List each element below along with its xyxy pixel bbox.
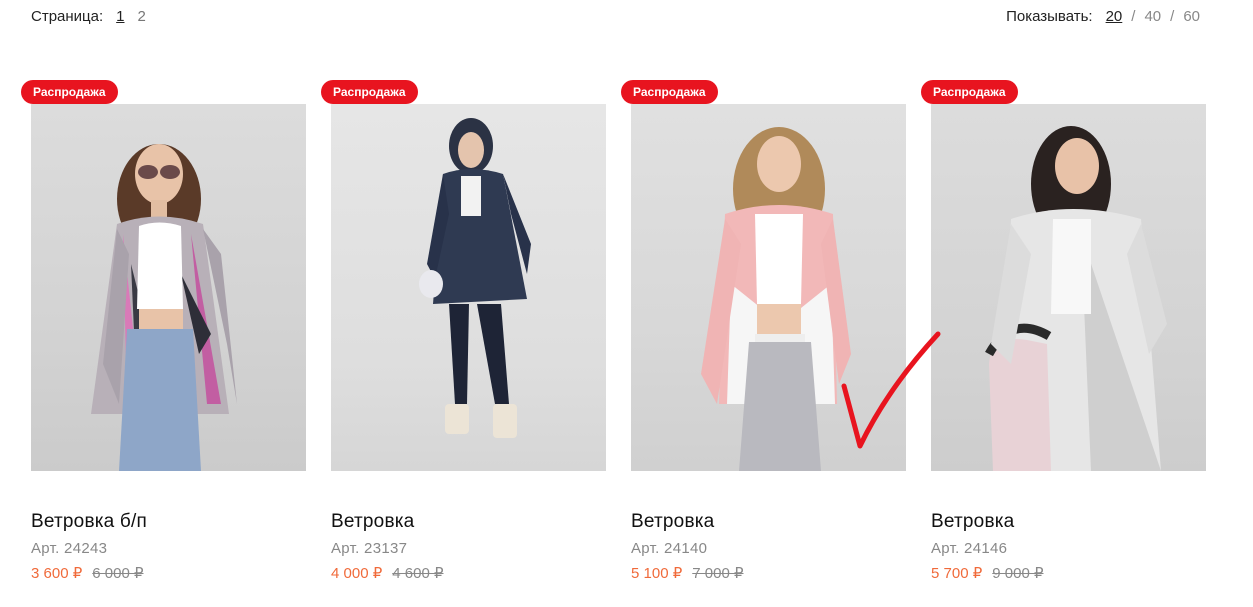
per-page-option-40[interactable]: 40 [1144,8,1161,25]
price-old: 4 600 ₽ [392,565,444,582]
per-page-separator: / [1131,8,1136,25]
product-photo[interactable] [31,104,306,471]
sale-badge: Распродажа [21,80,118,104]
page-link-2[interactable]: 2 [138,8,146,25]
red-checkmark-icon [841,331,941,449]
product-sku: Арт. 24140 [631,540,708,557]
sale-badge: Распродажа [621,80,718,104]
product-sku: Арт. 24243 [31,540,108,557]
per-page-option-20[interactable]: 20 [1106,8,1123,25]
product-prices: 5 700 ₽ 9 000 ₽ [931,564,1044,582]
price-current: 5 700 ₽ [931,565,983,582]
product-grid: Распродажа Ветровка б/п Арт. 24243 3 600… [0,78,1253,607]
product-sku: Арт. 23137 [331,540,408,557]
product-card[interactable]: Распродажа [21,78,306,607]
catalog-page: Страница: 1 2 Показывать: 20 / 40 / 60 Р… [0,0,1253,607]
product-sku: Арт. 24146 [931,540,1008,557]
price-old: 6 000 ₽ [92,565,144,582]
items-per-page-label: Показывать: [1006,8,1093,25]
price-old: 7 000 ₽ [692,565,744,582]
per-page-option-60[interactable]: 60 [1183,8,1200,25]
product-card[interactable]: Распродажа [921,78,1206,607]
price-current: 3 600 ₽ [31,565,83,582]
sale-badge: Распродажа [921,80,1018,104]
price-current: 4 000 ₽ [331,565,383,582]
product-prices: 5 100 ₽ 7 000 ₽ [631,564,744,582]
product-title[interactable]: Ветровка [331,511,414,533]
product-photo[interactable] [931,104,1206,471]
price-old: 9 000 ₽ [992,565,1044,582]
product-title[interactable]: Ветровка б/п [31,511,147,533]
product-title[interactable]: Ветровка [631,511,714,533]
product-title[interactable]: Ветровка [931,511,1014,533]
product-prices: 3 600 ₽ 6 000 ₽ [31,564,144,582]
items-per-page: Показывать: 20 / 40 / 60 [1006,8,1200,25]
page-link-1[interactable]: 1 [116,8,124,25]
pagination-label: Страница: [31,8,104,25]
sale-badge: Распродажа [321,80,418,104]
price-current: 5 100 ₽ [631,565,683,582]
per-page-separator: / [1170,8,1175,25]
product-photo[interactable] [331,104,606,471]
product-card[interactable]: Распродажа [321,78,606,607]
pagination: Страница: 1 2 [31,8,159,25]
product-prices: 4 000 ₽ 4 600 ₽ [331,564,444,582]
catalog-toolbar: Страница: 1 2 Показывать: 20 / 40 / 60 [0,0,1253,40]
